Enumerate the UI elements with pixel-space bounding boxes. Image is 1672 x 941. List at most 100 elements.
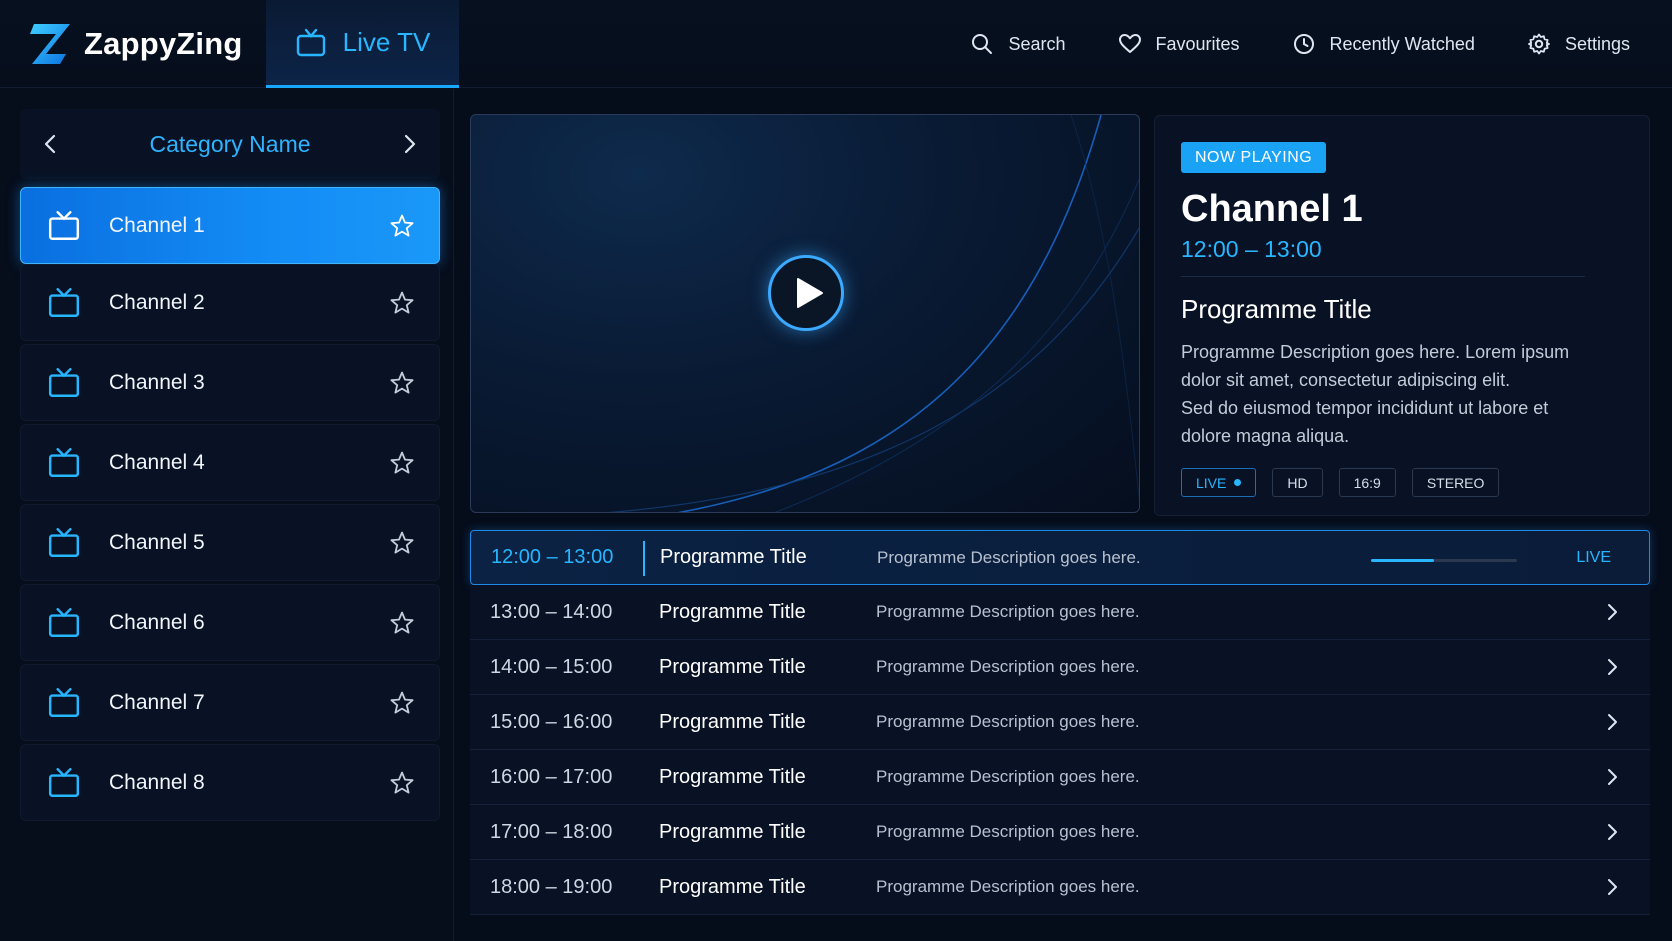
nav-search[interactable]: Search bbox=[970, 32, 1066, 56]
tv-icon bbox=[48, 607, 80, 637]
live-progress-fill bbox=[1371, 559, 1434, 562]
chevron-right-icon bbox=[1608, 714, 1617, 730]
category-selector: Category Name bbox=[20, 109, 440, 179]
chevron-right-icon bbox=[1608, 604, 1617, 620]
schedule-row[interactable]: 15:00 – 16:00 Programme Title Programme … bbox=[470, 695, 1650, 750]
chevron-left-icon[interactable] bbox=[40, 133, 62, 155]
star-icon[interactable] bbox=[389, 610, 415, 636]
live-separator bbox=[643, 541, 645, 576]
schedule-description: Programme Description goes here. bbox=[876, 712, 1140, 731]
tag-live: LIVE bbox=[1181, 468, 1257, 497]
schedule-description: Programme Description goes here. bbox=[876, 602, 1140, 621]
nav-search-label: Search bbox=[1008, 33, 1066, 54]
live-progress-bar bbox=[1371, 559, 1517, 562]
category-name: Category Name bbox=[149, 130, 311, 157]
star-icon[interactable] bbox=[389, 770, 415, 796]
schedule-description: Programme Description goes here. bbox=[877, 547, 1141, 567]
schedule-description: Programme Description goes here. bbox=[876, 877, 1140, 896]
chevron-right-icon bbox=[1608, 824, 1617, 840]
now-playing-panel: NOW PLAYING Channel 1 12:00 – 13:00 Prog… bbox=[1154, 115, 1650, 516]
live-dot-icon bbox=[1234, 479, 1242, 486]
schedule-row[interactable]: 16:00 – 17:00 Programme Title Programme … bbox=[470, 750, 1650, 805]
heart-icon bbox=[1118, 34, 1141, 53]
schedule-description: Programme Description goes here. bbox=[876, 767, 1140, 786]
star-icon[interactable] bbox=[389, 450, 415, 476]
schedule-time: 17:00 – 18:00 bbox=[490, 820, 613, 843]
schedule-time: 16:00 – 17:00 bbox=[490, 765, 613, 788]
now-playing-time: 12:00 – 13:00 bbox=[1181, 236, 1322, 262]
channel-name: Channel 2 bbox=[109, 290, 205, 314]
tv-icon bbox=[48, 767, 80, 797]
nav-favourites-label: Favourites bbox=[1155, 33, 1240, 54]
now-playing-title: Programme Title bbox=[1181, 294, 1372, 324]
schedule-title: Programme Title bbox=[660, 546, 807, 568]
tv-icon bbox=[296, 28, 325, 56]
schedule-row-live[interactable]: 12:00 – 13:00 Programme Title Programme … bbox=[470, 530, 1650, 585]
channel-name: Channel 1 bbox=[109, 213, 205, 237]
tv-icon bbox=[48, 210, 80, 240]
tv-icon bbox=[48, 527, 80, 557]
top-bar: ZappyZing Live TV Search Favourites Rece… bbox=[0, 0, 1672, 88]
schedule-row[interactable]: 13:00 – 14:00 Programme Title Programme … bbox=[470, 585, 1650, 640]
star-icon[interactable] bbox=[389, 213, 415, 239]
live-label: LIVE bbox=[1576, 548, 1611, 566]
schedule-title: Programme Title bbox=[659, 710, 806, 733]
channel-item-5[interactable]: Channel 5 bbox=[20, 504, 440, 581]
tag-live-label: LIVE bbox=[1196, 474, 1227, 491]
tab-live-tv[interactable]: Live TV bbox=[266, 0, 459, 88]
tab-live-tv-label: Live TV bbox=[342, 27, 431, 57]
schedule-time: 18:00 – 19:00 bbox=[490, 875, 613, 898]
search-icon bbox=[972, 34, 993, 54]
description-line: Sed do eiusmod tempor incididunt ut labo… bbox=[1181, 398, 1549, 418]
clock-icon bbox=[1293, 34, 1314, 54]
channel-item-2[interactable]: Channel 2 bbox=[20, 264, 440, 341]
star-icon[interactable] bbox=[389, 690, 415, 716]
programme-schedule: 12:00 – 13:00 Programme Title Programme … bbox=[470, 530, 1650, 915]
star-icon[interactable] bbox=[389, 370, 415, 396]
channel-item-7[interactable]: Channel 7 bbox=[20, 664, 440, 741]
nav-recently-watched[interactable]: Recently Watched bbox=[1292, 32, 1475, 56]
schedule-row[interactable]: 18:00 – 19:00 Programme Title Programme … bbox=[470, 860, 1650, 915]
now-playing-description: Programme Description goes here. Lorem i… bbox=[1181, 338, 1621, 450]
stream-tags: LIVE HD 16:9 STEREO bbox=[1181, 468, 1515, 497]
channel-item-3[interactable]: Channel 3 bbox=[20, 344, 440, 421]
schedule-row[interactable]: 14:00 – 15:00 Programme Title Programme … bbox=[470, 640, 1650, 695]
schedule-row[interactable]: 17:00 – 18:00 Programme Title Programme … bbox=[470, 805, 1650, 860]
zappyzing-logo-icon bbox=[30, 24, 70, 64]
tv-icon bbox=[48, 447, 80, 477]
tv-icon bbox=[48, 367, 80, 397]
schedule-time: 12:00 – 13:00 bbox=[491, 546, 614, 568]
chevron-right-icon bbox=[1608, 879, 1617, 895]
star-icon[interactable] bbox=[389, 530, 415, 556]
channel-name: Channel 5 bbox=[109, 530, 205, 554]
schedule-time: 14:00 – 15:00 bbox=[490, 655, 613, 678]
nav-settings-label: Settings bbox=[1564, 33, 1630, 54]
video-player[interactable] bbox=[470, 114, 1140, 513]
chevron-right-icon[interactable] bbox=[398, 133, 420, 155]
schedule-title: Programme Title bbox=[659, 820, 806, 843]
now-playing-badge: NOW PLAYING bbox=[1181, 142, 1327, 173]
channel-item-4[interactable]: Channel 4 bbox=[20, 424, 440, 501]
channel-sidebar: Category Name Channel 1 Channel 2 Channe… bbox=[0, 89, 454, 941]
tv-icon bbox=[48, 287, 80, 317]
app-logo[interactable]: ZappyZing bbox=[30, 20, 243, 68]
app-name: ZappyZing bbox=[84, 26, 243, 61]
star-icon[interactable] bbox=[389, 290, 415, 316]
description-line: Programme Description goes here. Lorem i… bbox=[1181, 342, 1570, 362]
description-line: dolor sit amet, consectetur adipiscing e… bbox=[1181, 370, 1511, 390]
channel-item-6[interactable]: Channel 6 bbox=[20, 584, 440, 661]
nav-recently-watched-label: Recently Watched bbox=[1329, 33, 1475, 54]
play-button[interactable] bbox=[768, 255, 844, 331]
channel-item-1[interactable]: Channel 1 bbox=[20, 187, 440, 264]
channel-name: Channel 8 bbox=[109, 770, 205, 794]
nav-favourites[interactable]: Favourites bbox=[1118, 32, 1240, 56]
schedule-title: Programme Title bbox=[659, 600, 806, 623]
tag-hd: HD bbox=[1272, 468, 1323, 497]
gear-icon bbox=[1528, 33, 1550, 55]
channel-name: Channel 4 bbox=[109, 450, 205, 474]
chevron-right-icon bbox=[1608, 659, 1617, 675]
channel-item-8[interactable]: Channel 8 bbox=[20, 744, 440, 821]
divider bbox=[1181, 276, 1585, 277]
nav-settings[interactable]: Settings bbox=[1527, 32, 1630, 56]
schedule-description: Programme Description goes here. bbox=[876, 657, 1140, 676]
